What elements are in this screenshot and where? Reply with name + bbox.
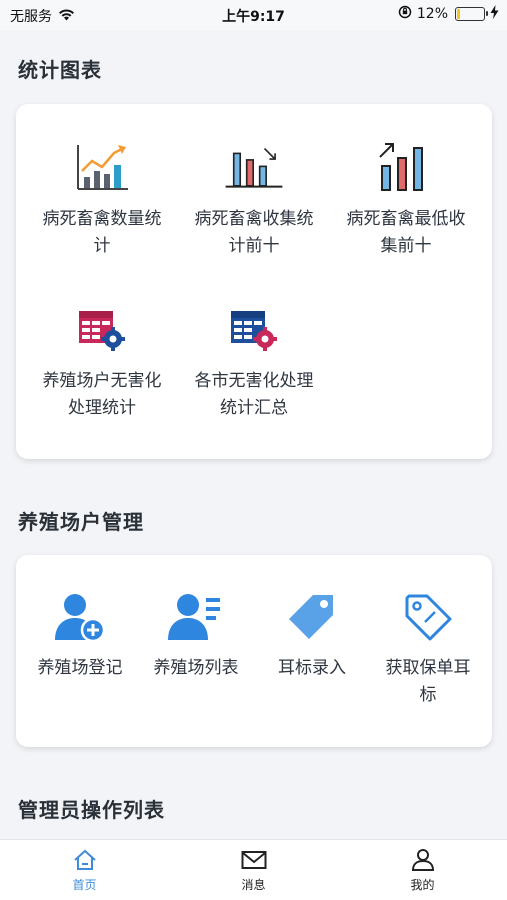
stats-item-city-summary-line2: 统计汇总: [220, 398, 288, 418]
tab-home-label: 首页: [72, 878, 97, 892]
battery-percent: 12%: [416, 6, 448, 22]
orientation-lock-icon: [398, 5, 412, 23]
farm-card: 养殖场登记 养殖场列表 耳标录入 获取保单耳 标: [16, 555, 492, 747]
farm-item-policy-eartag-line1: 获取保单耳: [385, 658, 471, 678]
stats-item-city-summary-line1: 各市无害化处理: [194, 371, 314, 391]
farm-item-register-line1: 养殖场登记: [37, 658, 123, 678]
user-list-icon: [166, 587, 226, 647]
bar-chart-up-icon: [376, 138, 436, 198]
tab-mine[interactable]: 我的: [338, 840, 507, 900]
table-settings-icon: [72, 300, 132, 360]
tag-icon: [282, 587, 342, 647]
stats-item-farm-harmless-line1: 养殖场户无害化: [42, 371, 162, 391]
bottom-tab-bar: 首页 消息 我的: [0, 839, 507, 900]
battery-icon: [455, 7, 488, 21]
bar-chart-trend-icon: [72, 138, 132, 198]
stats-item-lowest-top10-line2: 集前十: [380, 236, 432, 256]
stats-item-collection-top10-line2: 计前十: [228, 236, 280, 256]
bar-chart-down-icon: [224, 138, 284, 198]
stats-card: 病死畜禽数量统 计 病死畜禽收集统 计前十 病死畜禽最低收 集前十 养殖场户无害…: [16, 104, 492, 459]
tab-messages[interactable]: 消息: [169, 840, 338, 900]
tab-home[interactable]: 首页: [0, 840, 169, 900]
table-settings-icon: [224, 300, 284, 360]
mail-icon: [240, 847, 268, 873]
charging-bolt-icon: [490, 5, 499, 23]
user-add-icon: [50, 587, 110, 647]
stats-item-city-summary[interactable]: 各市无害化处理 统计汇总: [180, 300, 328, 422]
farm-item-register[interactable]: 养殖场登记: [22, 587, 138, 682]
user-icon: [409, 847, 437, 873]
farm-item-policy-eartag[interactable]: 获取保单耳 标: [370, 587, 486, 709]
tag-outline-icon: [398, 587, 458, 647]
battery-level: [457, 9, 460, 19]
stats-item-lowest-top10-line1: 病死畜禽最低收: [346, 209, 466, 229]
tab-mine-label: 我的: [410, 878, 435, 892]
stats-item-farm-harmless[interactable]: 养殖场户无害化 处理统计: [28, 300, 176, 422]
farm-item-list[interactable]: 养殖场列表: [138, 587, 254, 682]
farm-item-list-line1: 养殖场列表: [153, 658, 239, 678]
stats-item-quantity-line2: 计: [93, 236, 111, 256]
farm-item-policy-eartag-line2: 标: [419, 685, 437, 705]
section-title-admin: 管理员操作列表: [18, 798, 165, 822]
stats-item-lowest-top10[interactable]: 病死畜禽最低收 集前十: [332, 138, 480, 260]
home-icon: [71, 847, 99, 873]
section-title-farm: 养殖场户管理: [18, 510, 144, 534]
farm-item-eartag-entry[interactable]: 耳标录入: [254, 587, 370, 682]
status-bar: 无服务 上午9:17 12%: [0, 0, 507, 30]
stats-item-farm-harmless-line2: 处理统计: [68, 398, 136, 418]
stats-item-collection-top10-line1: 病死畜禽收集统: [194, 209, 314, 229]
stats-item-quantity-line1: 病死畜禽数量统: [42, 209, 162, 229]
stats-item-quantity[interactable]: 病死畜禽数量统 计: [28, 138, 176, 260]
farm-item-eartag-entry-line1: 耳标录入: [278, 658, 346, 678]
section-title-stats: 统计图表: [18, 58, 102, 82]
status-right: 12%: [398, 5, 499, 23]
tab-messages-label: 消息: [241, 878, 266, 892]
stats-item-collection-top10[interactable]: 病死畜禽收集统 计前十: [180, 138, 328, 260]
